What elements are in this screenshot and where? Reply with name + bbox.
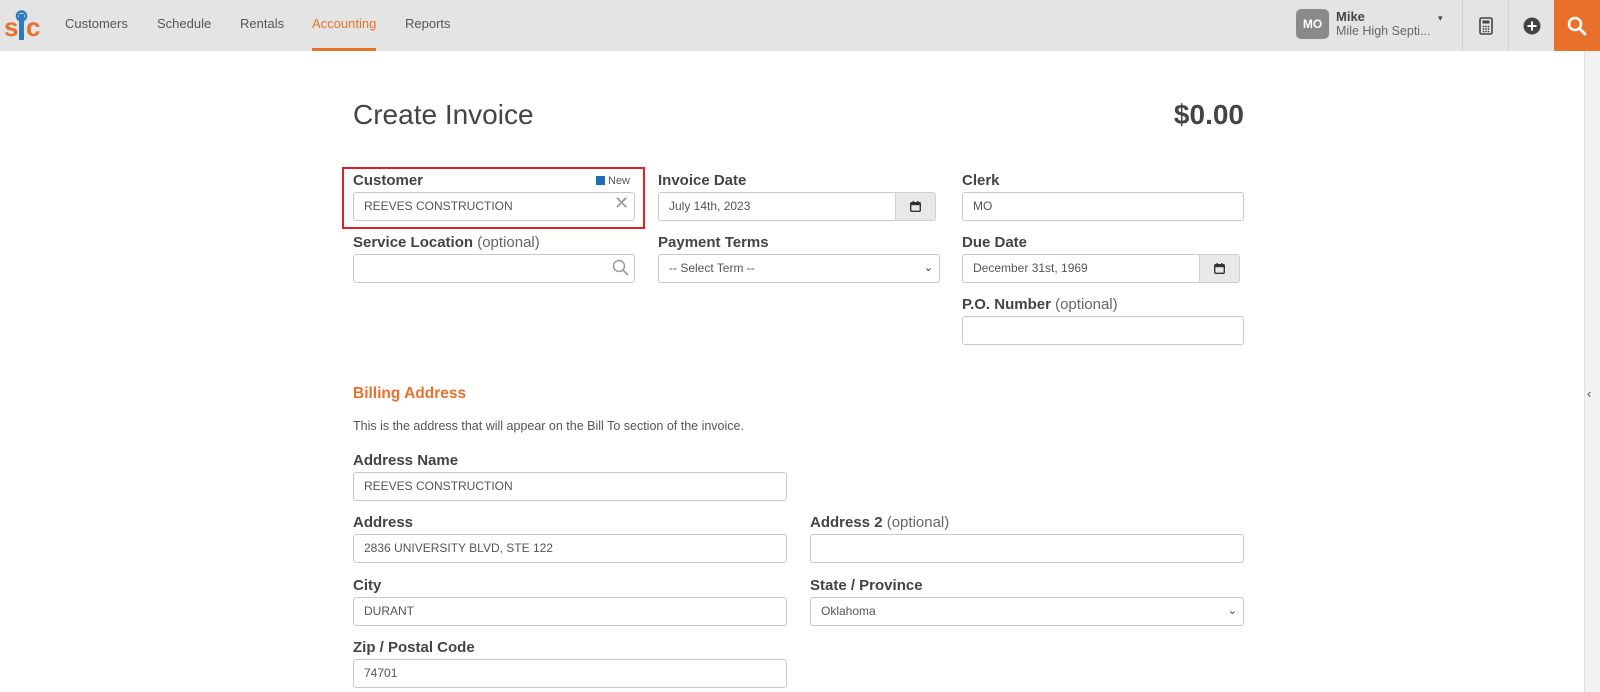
user-menu[interactable]: MO Mike Mile High Septi... ▾ bbox=[1296, 9, 1446, 41]
service-location-input[interactable] bbox=[353, 254, 635, 283]
page-title: Create Invoice bbox=[353, 99, 534, 130]
calculator-icon bbox=[1478, 16, 1493, 35]
side-panel-strip bbox=[1584, 51, 1600, 692]
calendar-icon bbox=[1214, 263, 1225, 274]
nav-rentals[interactable]: Rentals bbox=[240, 0, 284, 51]
user-company: Mile High Septi... bbox=[1336, 24, 1431, 38]
calendar-icon bbox=[910, 201, 921, 212]
address-name-label: Address Name bbox=[353, 452, 459, 469]
city-input[interactable]: DURANT bbox=[353, 597, 787, 626]
address2-input[interactable] bbox=[810, 534, 1244, 563]
clerk-label: Clerk bbox=[962, 172, 1000, 189]
due-date-input[interactable]: December 31st, 1969 bbox=[962, 254, 1200, 283]
chevron-down-icon: ⌄ bbox=[1227, 605, 1237, 617]
add-button[interactable] bbox=[1508, 0, 1554, 51]
user-name: Mike bbox=[1336, 9, 1365, 24]
nav-schedule[interactable]: Schedule bbox=[157, 0, 211, 51]
address2-label-text: Address 2 bbox=[810, 514, 883, 531]
state-value: Oklahoma bbox=[821, 604, 876, 618]
payment-terms-label: Payment Terms bbox=[658, 234, 769, 251]
svg-text:c: c bbox=[26, 12, 40, 42]
po-number-label-text: P.O. Number bbox=[962, 296, 1051, 313]
city-label: City bbox=[353, 577, 382, 594]
billing-address-heading: Billing Address bbox=[353, 385, 467, 402]
optional-text: (optional) bbox=[886, 514, 950, 531]
clerk-input[interactable]: MO bbox=[962, 192, 1244, 221]
nav-accounting[interactable]: Accounting bbox=[312, 0, 377, 51]
search-icon bbox=[612, 259, 629, 276]
calculator-button[interactable] bbox=[1462, 0, 1508, 51]
nav-customers[interactable]: Customers bbox=[65, 0, 128, 51]
nav-reports[interactable]: Reports bbox=[405, 0, 451, 51]
optional-text: (optional) bbox=[477, 234, 540, 251]
payment-terms-value: -- Select Term -- bbox=[669, 261, 755, 275]
billing-address-description: This is the address that will appear on … bbox=[353, 419, 744, 433]
new-label: New bbox=[608, 175, 631, 187]
service-location-label-text: Service Location bbox=[353, 234, 474, 251]
address-label: Address bbox=[353, 514, 414, 531]
address2-label: Address 2 (optional) bbox=[810, 514, 949, 531]
invoice-date-label: Invoice Date bbox=[658, 172, 747, 189]
plus-circle-icon bbox=[1523, 17, 1540, 34]
clear-icon[interactable]: ✕ bbox=[614, 194, 629, 212]
search-button[interactable] bbox=[1554, 0, 1600, 51]
state-label: State / Province bbox=[810, 577, 923, 594]
customer-label: Customer bbox=[353, 172, 424, 189]
new-customer-link[interactable]: New bbox=[596, 175, 630, 187]
due-date-calendar-button[interactable] bbox=[1199, 254, 1240, 283]
zip-label: Zip / Postal Code bbox=[353, 639, 475, 656]
chevron-down-icon: ⌄ bbox=[923, 262, 933, 274]
due-date-label: Due Date bbox=[962, 234, 1028, 251]
new-badge-square bbox=[596, 176, 605, 185]
state-select[interactable]: Oklahoma ⌄ bbox=[810, 597, 1244, 626]
invoice-date-calendar-button[interactable] bbox=[895, 192, 936, 221]
avatar: MO bbox=[1296, 9, 1329, 39]
top-nav-bar: s c Customers Schedule Rentals Accountin… bbox=[0, 0, 1600, 51]
address-input[interactable]: 2836 UNIVERSITY BLVD, STE 122 bbox=[353, 534, 787, 563]
invoice-date-input[interactable]: July 14th, 2023 bbox=[658, 192, 896, 221]
po-number-input[interactable] bbox=[962, 316, 1244, 345]
search-icon bbox=[1567, 16, 1587, 35]
invoice-total: $0.00 bbox=[1173, 99, 1244, 130]
service-location-label: Service Location (optional) bbox=[353, 234, 540, 251]
po-number-label: P.O. Number (optional) bbox=[962, 296, 1118, 313]
zip-input[interactable]: 74701 bbox=[353, 659, 787, 688]
caret-down-icon: ▾ bbox=[1438, 13, 1443, 23]
customer-input[interactable]: REEVES CONSTRUCTION bbox=[353, 192, 635, 221]
optional-text: (optional) bbox=[1055, 296, 1118, 313]
chevron-left-icon[interactable]: ‹ bbox=[1587, 386, 1591, 401]
payment-terms-select[interactable]: -- Select Term -- ⌄ bbox=[658, 254, 940, 283]
address-name-input[interactable]: REEVES CONSTRUCTION bbox=[353, 472, 787, 501]
app-logo[interactable]: s c bbox=[4, 10, 42, 42]
